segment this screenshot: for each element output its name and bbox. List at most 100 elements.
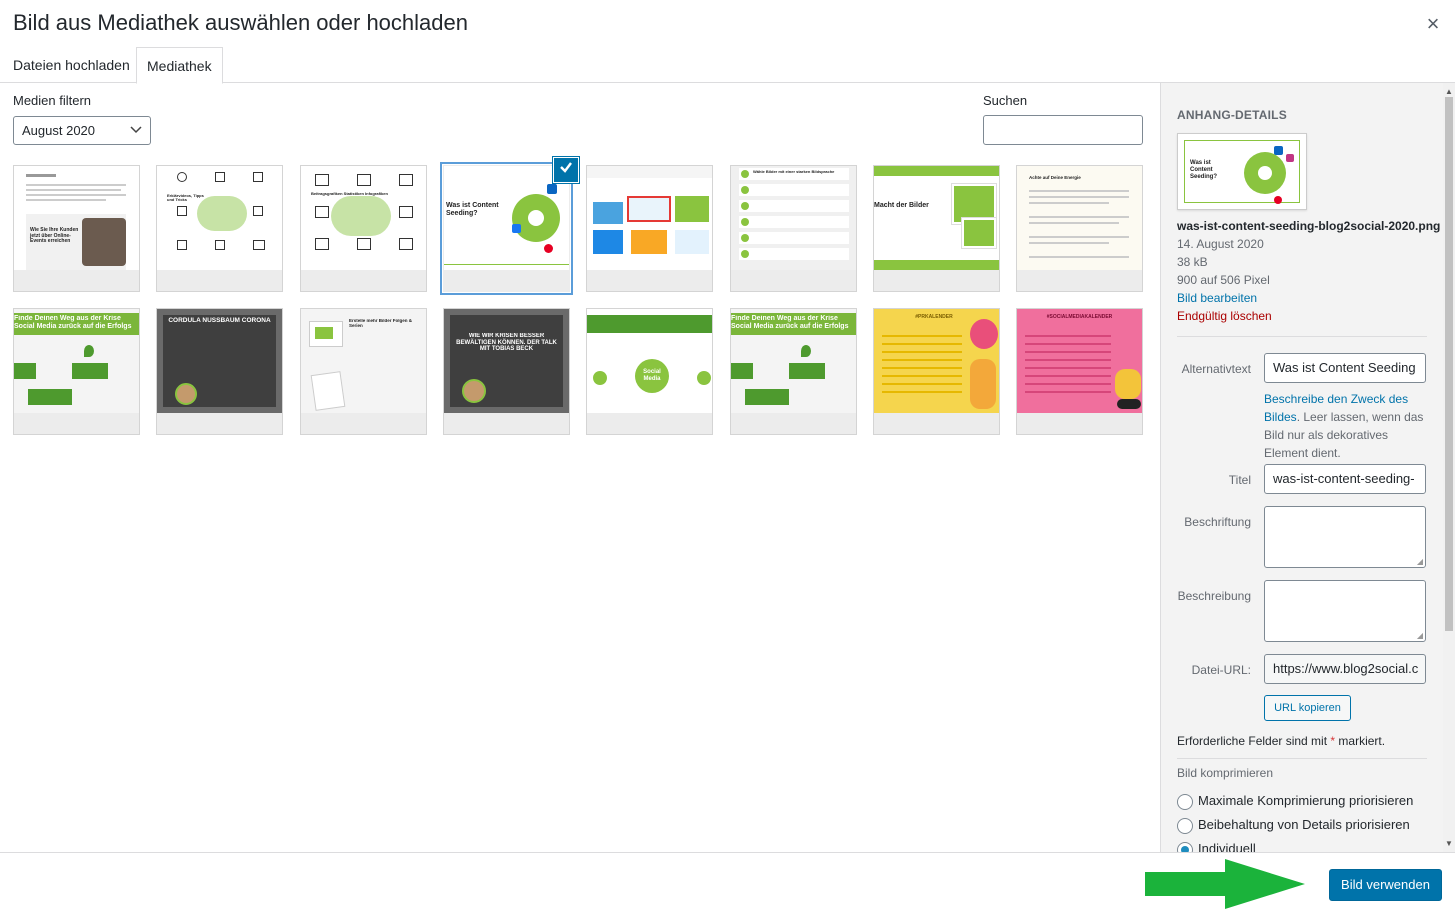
attachment-filesize: 38 kB [1177,255,1208,269]
thumb-caption: Was ist Content Seeding? [446,202,499,217]
media-item[interactable]: Erstelle mehr Bilder Folgen & Serien [300,308,427,435]
attachment-date: 14. August 2020 [1177,237,1264,251]
thumbnail-image [587,166,712,270]
radio-label: Maximale Komprimierung priorisieren [1198,793,1414,808]
radio-label: Beibehaltung von Details priorisieren [1198,817,1410,832]
media-item[interactable]: Wie Sie Ihre Kunden jetzt über Online-Ev… [13,165,140,292]
resize-grip-icon[interactable]: ◢ [1417,557,1423,566]
tab-media-library[interactable]: Mediathek [136,47,223,84]
media-item[interactable]: #SOCIALMEDIAKALENDER [1016,308,1143,435]
sidebar-scrollbar[interactable]: ▲ ▼ [1443,83,1455,852]
caption-label: Beschriftung [1184,515,1251,529]
radio-icon[interactable] [1177,817,1193,834]
media-item[interactable]: Beitragsgrafiken Statistiken Infografike… [300,165,427,292]
divider [1177,758,1427,759]
use-image-button[interactable]: Bild verwenden [1329,869,1442,901]
thumbnail-image: WIE WIR KRISEN BESSER BEWÄLTIGEN KÖNNEN.… [444,309,569,413]
thumb-caption: Erklärvideos, Tipps und Tricks [167,193,204,203]
media-item[interactable]: Macht der Bilder [873,165,1000,292]
scroll-down-icon[interactable]: ▼ [1445,839,1453,848]
required-fields-note: Erforderliche Felder sind mit * markiert… [1177,734,1385,748]
media-item[interactable]: Wähle Bilder mit einer starken Bildsprac… [730,165,857,292]
media-item-selected[interactable]: Was ist Content Seeding? [443,165,570,292]
resize-grip-icon[interactable]: ◢ [1417,631,1423,640]
radio-max-compression[interactable]: Maximale Komprimierung priorisieren [1177,792,1413,810]
caption-textarea[interactable]: ◢ [1264,506,1426,568]
required-note-tail: markiert. [1335,734,1386,748]
date-filter-select[interactable]: August 2020 [13,116,151,145]
alt-text-help: Beschreibe den Zweck des Bildes. Leer la… [1264,390,1429,462]
radio-icon[interactable] [1177,793,1193,810]
media-item[interactable] [586,165,713,292]
green-arrow-icon [1145,859,1305,909]
thumb-caption: Erstelle mehr Bilder Folgen & Serien [349,319,413,328]
attachment-filename: was-ist-content-seeding-blog2social-2020… [1177,219,1441,233]
radio-keep-details[interactable]: Beibehaltung von Details priorisieren [1177,816,1410,834]
thumb-caption: Beitragsgrafiken Statistiken Infografike… [311,191,388,196]
media-item[interactable]: Finde Deinen Weg aus der Krise Social Me… [730,308,857,435]
thumbnail-image: #PRKALENDER [874,309,999,413]
radio-checked-icon[interactable] [1177,841,1193,852]
filter-label: Medien filtern [13,93,92,108]
thumbnail-image: Macht der Bilder [874,166,999,270]
selected-check-icon[interactable] [553,157,579,183]
thumbnail-image: Erstelle mehr Bilder Folgen & Serien [301,309,426,413]
edit-image-link[interactable]: Bild bearbeiten [1177,291,1257,305]
tab-bar: Dateien hochladen Mediathek [0,47,1455,84]
media-item[interactable]: WIE WIR KRISEN BESSER BEWÄLTIGEN KÖNNEN.… [443,308,570,435]
media-item[interactable]: Finde Deinen Weg aus der Krise Social Me… [13,308,140,435]
file-url-input[interactable]: https://www.blog2social.c [1264,654,1426,684]
thumb-caption: WIE WIR KRISEN BESSER BEWÄLTIGEN KÖNNEN.… [456,333,557,353]
attachment-details-sidebar: ANHANG-DETAILS Was ist Content Seeding? … [1160,83,1443,852]
attachment-details-heading: ANHANG-DETAILS [1177,108,1287,122]
thumb-caption: Achte auf Deine Energie [1029,175,1081,180]
thumb-caption: #SOCIALMEDIAKALENDER [1046,314,1113,320]
thumbnail-image: Wähle Bilder mit einer starken Bildsprac… [731,166,856,270]
alt-text-label: Alternativtext [1181,362,1251,376]
search-input[interactable] [983,115,1143,145]
required-note-text: Erforderliche Felder sind mit [1177,734,1331,748]
tab-upload-files[interactable]: Dateien hochladen [3,47,140,83]
scrollbar-thumb[interactable] [1445,97,1453,631]
thumbnail-image: Was ist Content Seeding? [444,166,569,270]
preview-caption: Was ist Content Seeding? [1190,160,1218,181]
media-item[interactable]: #PRKALENDER [873,308,1000,435]
radio-custom[interactable]: Individuell [1177,840,1256,852]
file-url-label: Datei-URL: [1191,663,1251,677]
media-modal: Bild aus Mediathek auswählen oder hochla… [0,0,1455,910]
chevron-down-icon [130,121,142,148]
thumb-caption: Finde Deinen Weg aus der Krise Social Me… [731,315,849,330]
thumb-caption: CORDULA NUSSBAUM CORONA [168,317,271,324]
modal-title: Bild aus Mediathek auswählen oder hochla… [13,10,468,35]
title-input[interactable]: was-ist-content-seeding- [1264,464,1426,494]
thumbnail-image: Finde Deinen Weg aus der Krise Social Me… [731,309,856,413]
thumbnail-image: Erklärvideos, Tipps und Tricks [157,166,282,270]
thumbnail-image: Achte auf Deine Energie [1017,166,1142,270]
alt-text-input[interactable]: Was ist Content Seeding [1264,353,1426,383]
title-label: Titel [1228,473,1251,487]
description-label: Beschreibung [1177,589,1251,603]
copy-url-button[interactable]: URL kopieren [1264,695,1351,721]
search-label: Suchen [983,93,1028,108]
attachment-preview: Was ist Content Seeding? [1177,133,1307,210]
scroll-up-icon[interactable]: ▲ [1445,87,1453,96]
media-item[interactable]: Erklärvideos, Tipps und Tricks [156,165,283,292]
compress-title: Bild komprimieren [1177,766,1274,780]
date-filter-value: August 2020 [22,123,96,138]
thumbnail-image: CORDULA NUSSBAUM CORONA [157,309,282,413]
thumb-caption: Finde Deinen Weg aus der Krise Social Me… [14,315,132,330]
thumbnail-image: Wie Sie Ihre Kunden jetzt über Online-Ev… [14,166,139,270]
thumb-caption: Wähle Bilder mit einer starken Bildsprac… [753,169,835,174]
divider [1177,336,1427,337]
media-item[interactable]: CORDULA NUSSBAUM CORONA [156,308,283,435]
media-item[interactable]: Achte auf Deine Energie [1016,165,1143,292]
description-textarea[interactable]: ◢ [1264,580,1426,642]
delete-permanently-link[interactable]: Endgültig löschen [1177,309,1272,323]
media-item[interactable]: Social Media [586,308,713,435]
thumb-caption: Wie Sie Ihre Kunden jetzt über Online-Ev… [30,227,79,244]
attachment-dimensions: 900 auf 506 Pixel [1177,273,1270,287]
close-icon[interactable]: × [1421,10,1445,38]
thumb-caption: #PRKALENDER [915,314,953,320]
thumb-caption: Macht der Bilder [874,202,929,209]
thumbnail-image: Beitragsgrafiken Statistiken Infografike… [301,166,426,270]
